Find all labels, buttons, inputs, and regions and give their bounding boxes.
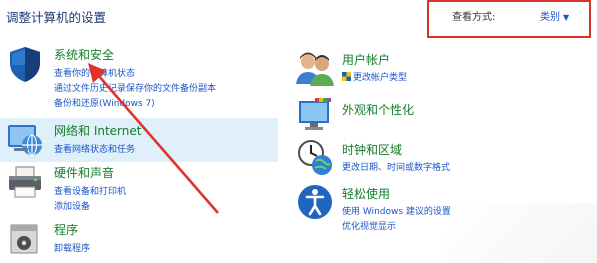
link-file-history-backup[interactable]: 通过文件历史记录保存你的文件备份副本 <box>54 81 216 94</box>
link-change-date-time-format[interactable]: 更改日期、时间或数字格式 <box>342 160 450 173</box>
watermark-fade <box>447 203 597 263</box>
link-backup-restore[interactable]: 备份和还原(Windows 7) <box>54 96 155 109</box>
programs-icon <box>10 224 38 254</box>
link-optimize-visual-display[interactable]: 优化视觉显示 <box>342 219 396 232</box>
uac-shield-icon <box>342 72 351 81</box>
shield-icon <box>10 47 40 82</box>
clock-globe-icon <box>298 140 332 175</box>
printer-icon <box>9 166 41 198</box>
category-ease-of-access[interactable]: 轻松使用 <box>342 185 390 202</box>
category-programs[interactable]: 程序 <box>54 221 78 238</box>
link-devices-printers[interactable]: 查看设备和打印机 <box>54 184 126 197</box>
link-uninstall-program[interactable]: 卸载程序 <box>54 241 90 254</box>
accessibility-icon <box>298 185 332 219</box>
category-appearance-personalization[interactable]: 外观和个性化 <box>342 101 414 118</box>
link-recommended-settings[interactable]: 使用 Windows 建议的设置 <box>342 204 451 217</box>
network-globe-icon <box>8 125 42 156</box>
view-by-label: 查看方式: <box>452 12 496 23</box>
link-network-status[interactable]: 查看网络状态和任务 <box>54 142 135 155</box>
link-add-device[interactable]: 添加设备 <box>54 199 90 212</box>
category-network-internet[interactable]: 网络和 Internet <box>54 122 141 139</box>
link-change-account-type[interactable]: 更改帐户类型 <box>342 70 407 83</box>
view-by-dropdown[interactable]: 类别 ▼ <box>540 8 569 23</box>
category-hardware-sound[interactable]: 硬件和声音 <box>54 164 114 181</box>
view-by-value: 类别 <box>540 12 560 23</box>
link-view-computer-status[interactable]: 查看你的计算机状态 <box>54 66 135 79</box>
users-icon <box>296 52 334 86</box>
link-change-account-type-label: 更改帐户类型 <box>353 73 408 83</box>
page-title: 调整计算机的设置 <box>6 10 107 25</box>
category-clock-region[interactable]: 时钟和区域 <box>342 141 402 158</box>
monitor-palette-icon <box>299 98 331 130</box>
category-system-security[interactable]: 系统和安全 <box>54 46 114 63</box>
chevron-down-icon: ▼ <box>563 13 570 22</box>
category-user-accounts[interactable]: 用户帐户 <box>342 51 390 68</box>
